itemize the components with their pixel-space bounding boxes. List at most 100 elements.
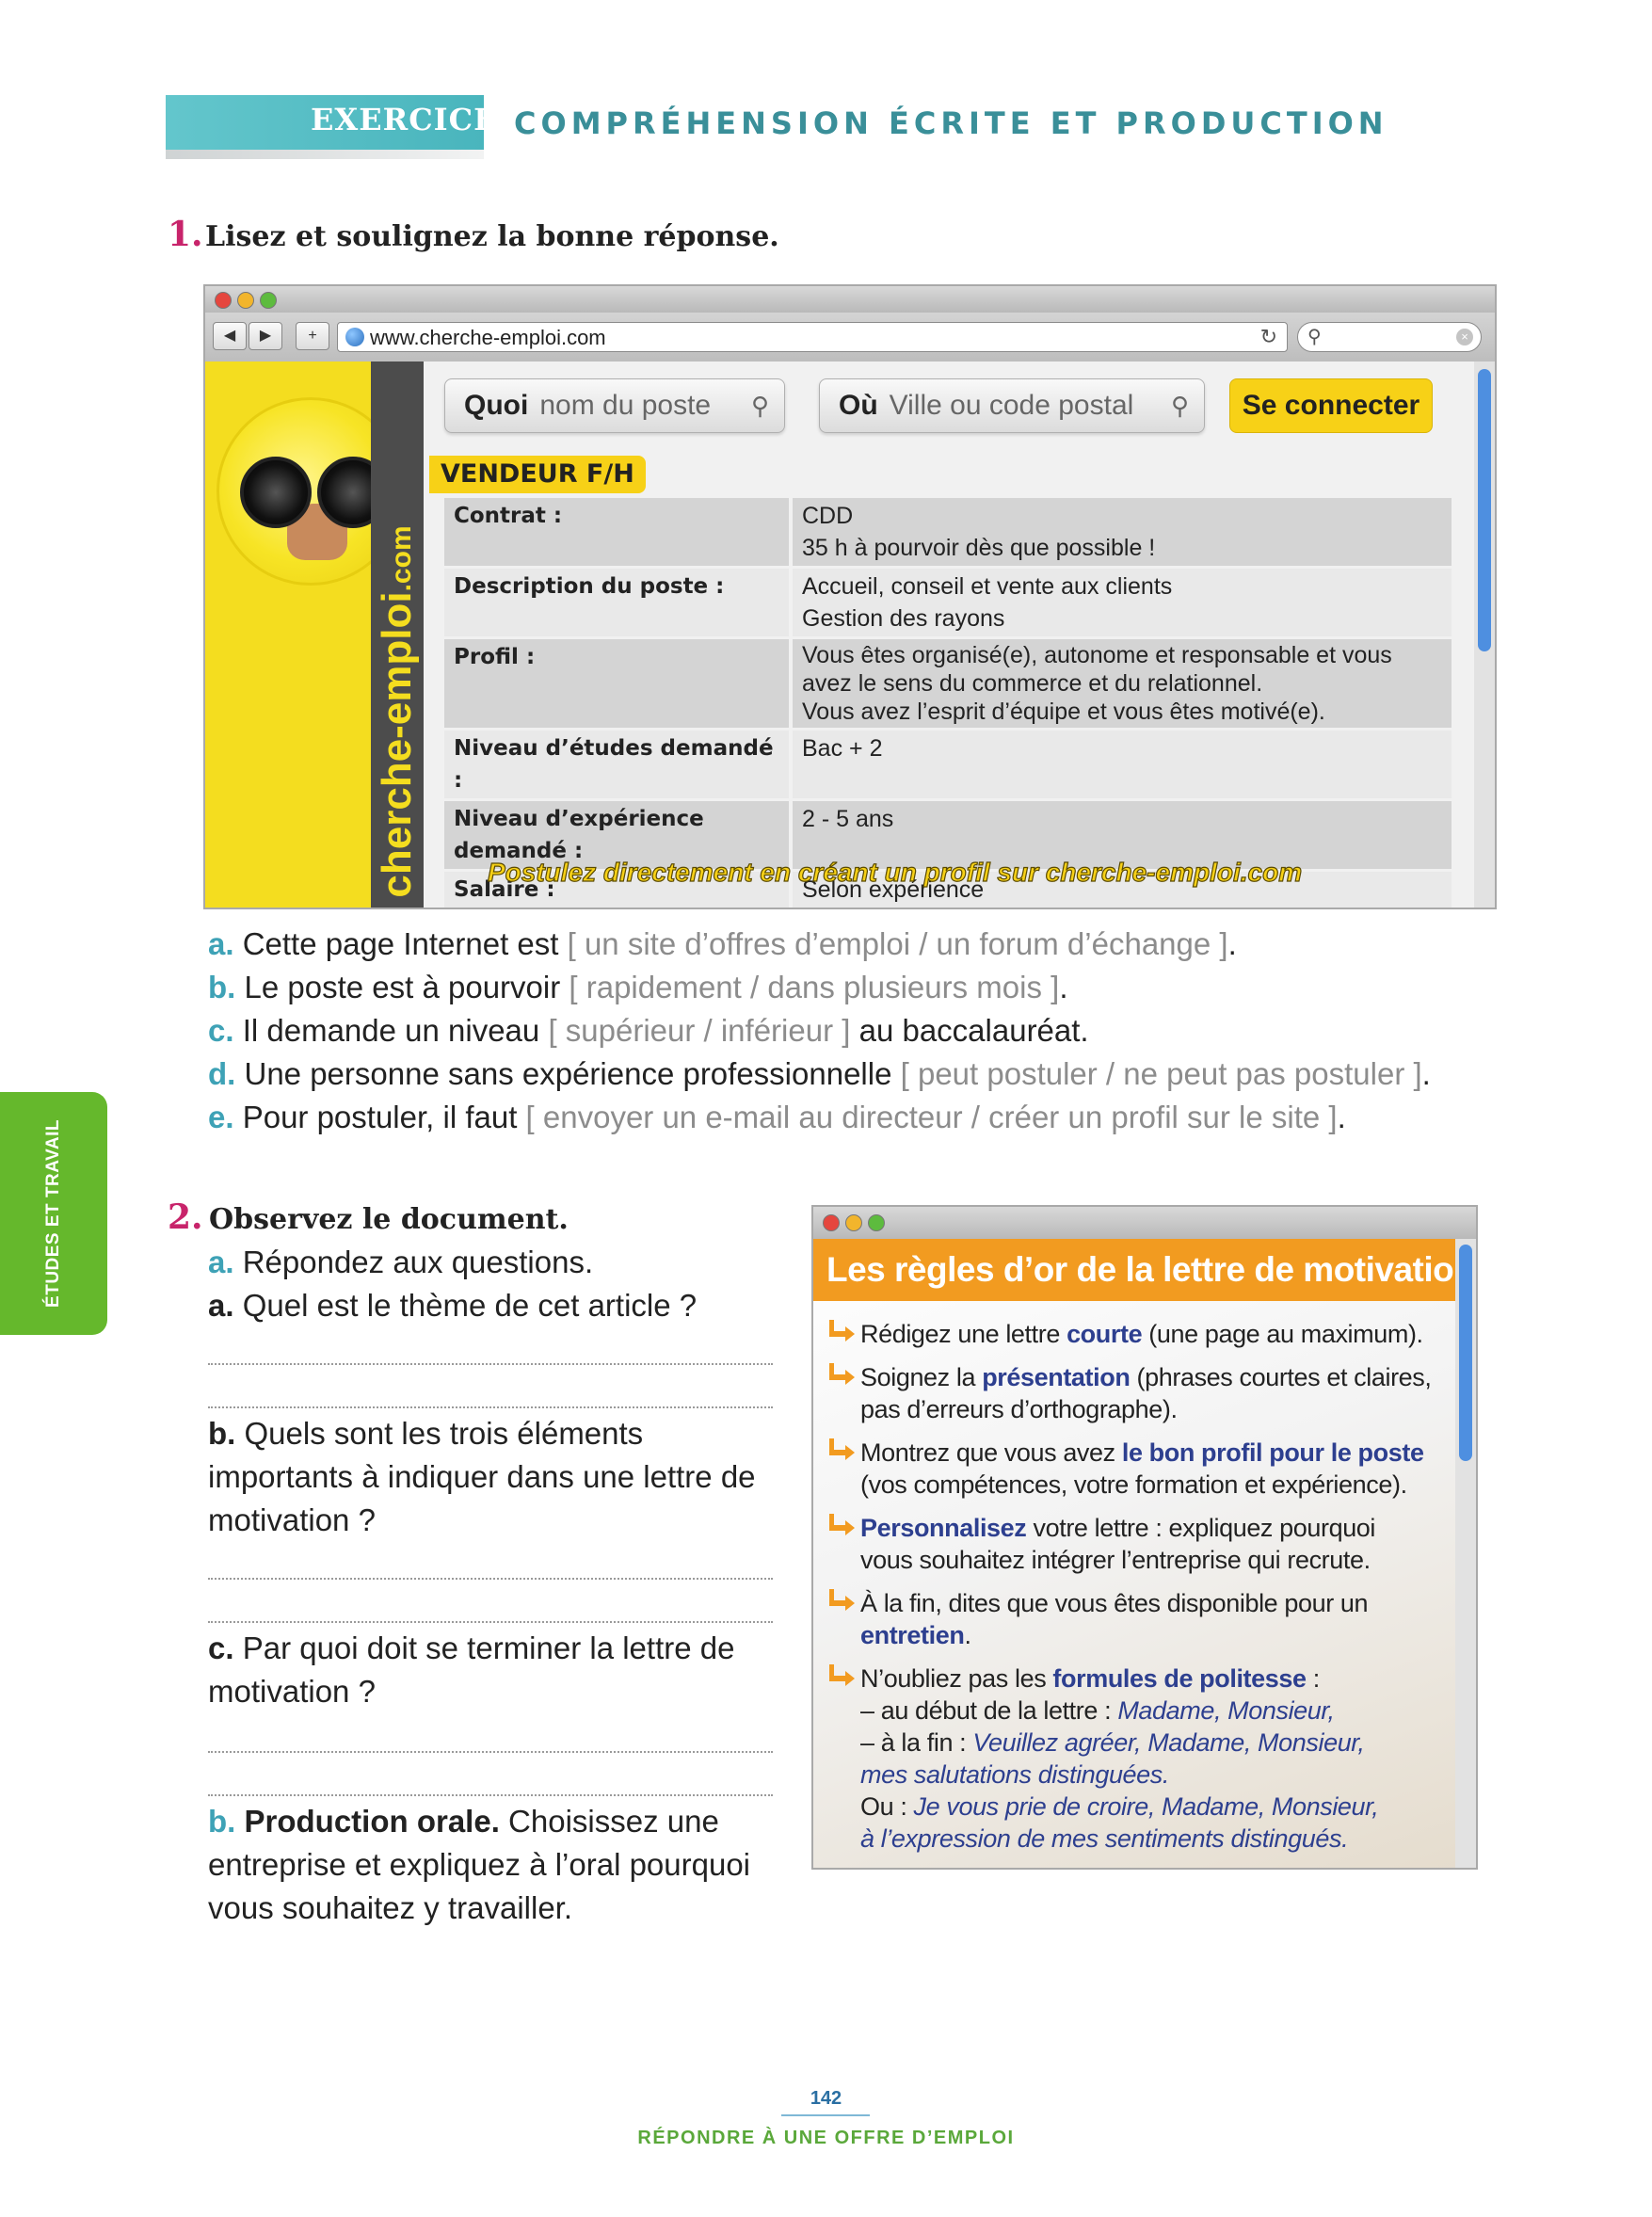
part-a-heading: a. Répondez aux questions. [208, 1245, 593, 1280]
row-value: Vous êtes organisé(e), autonome et respo… [789, 639, 1452, 728]
table-row: Niveau d’études demandé : Bac + 2 [444, 731, 1452, 798]
maximize-window-icon[interactable] [868, 1214, 885, 1231]
part-bold-text: Production orale. [244, 1804, 500, 1839]
section-title: COMPRÉHENSION ÉCRITE ET PRODUCTION [514, 105, 1388, 141]
orange-arrow-icon [825, 1438, 855, 1467]
exercise-2-instruction: Observez le document. [209, 1203, 569, 1236]
answer-line[interactable] [208, 1794, 773, 1796]
apply-banner[interactable]: Postulez directement en créant un profil… [487, 857, 1302, 888]
close-window-icon[interactable] [215, 292, 232, 309]
maximize-window-icon[interactable] [260, 292, 277, 309]
rule-text: Montrez que vous avez [860, 1438, 1115, 1467]
row-label: Profil : [444, 639, 789, 728]
job-details-table: Contrat : CDD 35 h à pourvoir dès que po… [444, 495, 1452, 910]
polite-formula: mes salutations distinguées. [860, 1760, 1169, 1789]
polite-formula: Madame, Monsieur, [1117, 1696, 1335, 1725]
job-title: VENDEUR F/H [429, 456, 646, 493]
question-text: Quel est le thème de cet article ? [242, 1288, 698, 1323]
rule-keyword: entretien [860, 1621, 965, 1649]
orange-arrow-icon [825, 1320, 855, 1348]
browser-window-job-offer: ◀ ▶ + www.cherche-emploi.com ↻ ⚲ × cherc… [203, 284, 1497, 909]
search-where-placeholder: Ville ou code postal [889, 390, 1134, 421]
rule-text: À la fin, dites que vous êtes disponible… [860, 1589, 1369, 1617]
list-item: Personnalisez votre lettre : expliquez p… [825, 1512, 1455, 1576]
close-window-icon[interactable] [823, 1214, 840, 1231]
article-scrollbar-thumb[interactable] [1459, 1245, 1472, 1461]
question-end: . [1421, 1056, 1431, 1091]
row-value-line: CDD [802, 503, 854, 529]
question-letter: c. [208, 1631, 234, 1665]
new-tab-plus-icon[interactable]: + [296, 322, 329, 350]
answer-line[interactable] [208, 1578, 773, 1580]
reload-icon[interactable]: ↻ [1260, 325, 1277, 349]
forward-arrow-icon[interactable]: ▶ [249, 322, 282, 350]
part-text: Répondez aux questions. [242, 1245, 594, 1279]
binocular-lens-left-icon [240, 457, 312, 528]
part-letter: a. [208, 1245, 234, 1279]
table-row: Profil : Vous êtes organisé(e), autonome… [444, 639, 1452, 728]
list-item: Soignez la présentation (phrases courtes… [825, 1361, 1455, 1425]
footer-divider [781, 2114, 870, 2116]
question-letter: a. [208, 926, 234, 961]
answer-line[interactable] [208, 1621, 773, 1623]
address-bar[interactable]: www.cherche-emploi.com ↻ [337, 322, 1288, 352]
connect-button[interactable]: Se connecter [1229, 378, 1433, 433]
question-end: . [1227, 926, 1237, 961]
minimize-window-icon[interactable] [845, 1214, 862, 1231]
question-a: a. Cette page Internet est [ un site d’o… [208, 926, 1237, 962]
question-2b-line3: motivation ? [208, 1502, 376, 1537]
back-arrow-icon[interactable]: ◀ [213, 322, 247, 350]
question-letter: c. [208, 1013, 234, 1048]
article-title: Les règles d’or de la lettre de motivati… [813, 1239, 1475, 1301]
rule-text: – au début de la lettre : [860, 1696, 1112, 1725]
search-what-field[interactable]: Quoi nom du poste ⚲ [444, 378, 785, 433]
question-letter: b. [208, 1416, 236, 1451]
answer-line[interactable] [208, 1406, 773, 1408]
answer-options[interactable]: [ rapidement / dans plusieurs mois ] [569, 970, 1059, 1004]
polite-formula: Je vous prie de croire, Madame, Monsieur… [913, 1792, 1379, 1821]
rule-keyword: Personnalisez [860, 1514, 1027, 1542]
polite-formula: Veuillez agréer, Madame, Monsieur, [972, 1728, 1365, 1757]
page-number: 142 [810, 2088, 842, 2109]
part-letter: b. [208, 1804, 236, 1839]
answer-options[interactable]: [ envoyer un e-mail au directeur / créer… [526, 1100, 1338, 1134]
list-item: Rédigez une lettre courte (une page au m… [825, 1318, 1455, 1350]
question-end: . [1337, 1100, 1346, 1134]
exercise-2-number: 2. [168, 1197, 203, 1237]
list-item: Montrez que vous avez le bon profil pour… [825, 1437, 1455, 1501]
clear-search-icon[interactable]: × [1456, 329, 1473, 345]
search-where-field[interactable]: Où Ville ou code postal ⚲ [819, 378, 1205, 433]
minimize-window-icon[interactable] [237, 292, 254, 309]
url-text: www.cherche-emploi.com [370, 326, 606, 349]
search-what-label: Quoi [464, 390, 529, 421]
site-name-vertical: cherche-emploi.com [374, 525, 421, 897]
row-value-line: Accueil, conseil et vente aux clients [802, 573, 1173, 600]
part-text: Choisissez une [508, 1804, 719, 1839]
page-scrollbar-thumb[interactable] [1478, 369, 1491, 651]
search-what-placeholder: nom du poste [539, 390, 712, 421]
question-end: au baccalauréat. [858, 1013, 1089, 1048]
answer-line[interactable] [208, 1751, 773, 1753]
question-b: b. Le poste est à pourvoir [ rapidement … [208, 970, 1067, 1005]
question-2b: b. Quels sont les trois éléments [208, 1416, 643, 1452]
rule-keyword: le bon profil pour le poste [1121, 1438, 1424, 1467]
answer-options[interactable]: [ peut postuler / ne peut pas postuler ] [901, 1056, 1422, 1091]
question-2c-line2: motivation ? [208, 1674, 376, 1709]
globe-icon [345, 328, 364, 346]
answer-options[interactable]: [ un site d’offres d’emploi / un forum d… [568, 926, 1228, 961]
browser-titlebar [813, 1207, 1476, 1239]
answer-options[interactable]: [ supérieur / inférieur ] [548, 1013, 850, 1048]
browser-search-field[interactable]: ⚲ × [1297, 322, 1482, 352]
row-value: Bac + 2 [789, 731, 1452, 798]
question-text: Quels sont les trois éléments [244, 1416, 644, 1451]
answer-line[interactable] [208, 1363, 773, 1365]
rule-text: : [1312, 1664, 1321, 1693]
site-content: Quoi nom du poste ⚲ Où Ville ou code posta… [424, 361, 1474, 908]
row-label: Niveau d’études demandé : [444, 731, 789, 798]
search-where-label: Où [839, 390, 878, 421]
table-row: Description du poste : Accueil, conseil … [444, 569, 1452, 636]
orange-arrow-icon [825, 1514, 855, 1542]
row-value-line: Gestion des rayons [802, 605, 1005, 632]
magnifier-icon: ⚲ [750, 392, 769, 420]
list-item: N’oubliez pas les formules de politesse … [825, 1663, 1455, 1855]
